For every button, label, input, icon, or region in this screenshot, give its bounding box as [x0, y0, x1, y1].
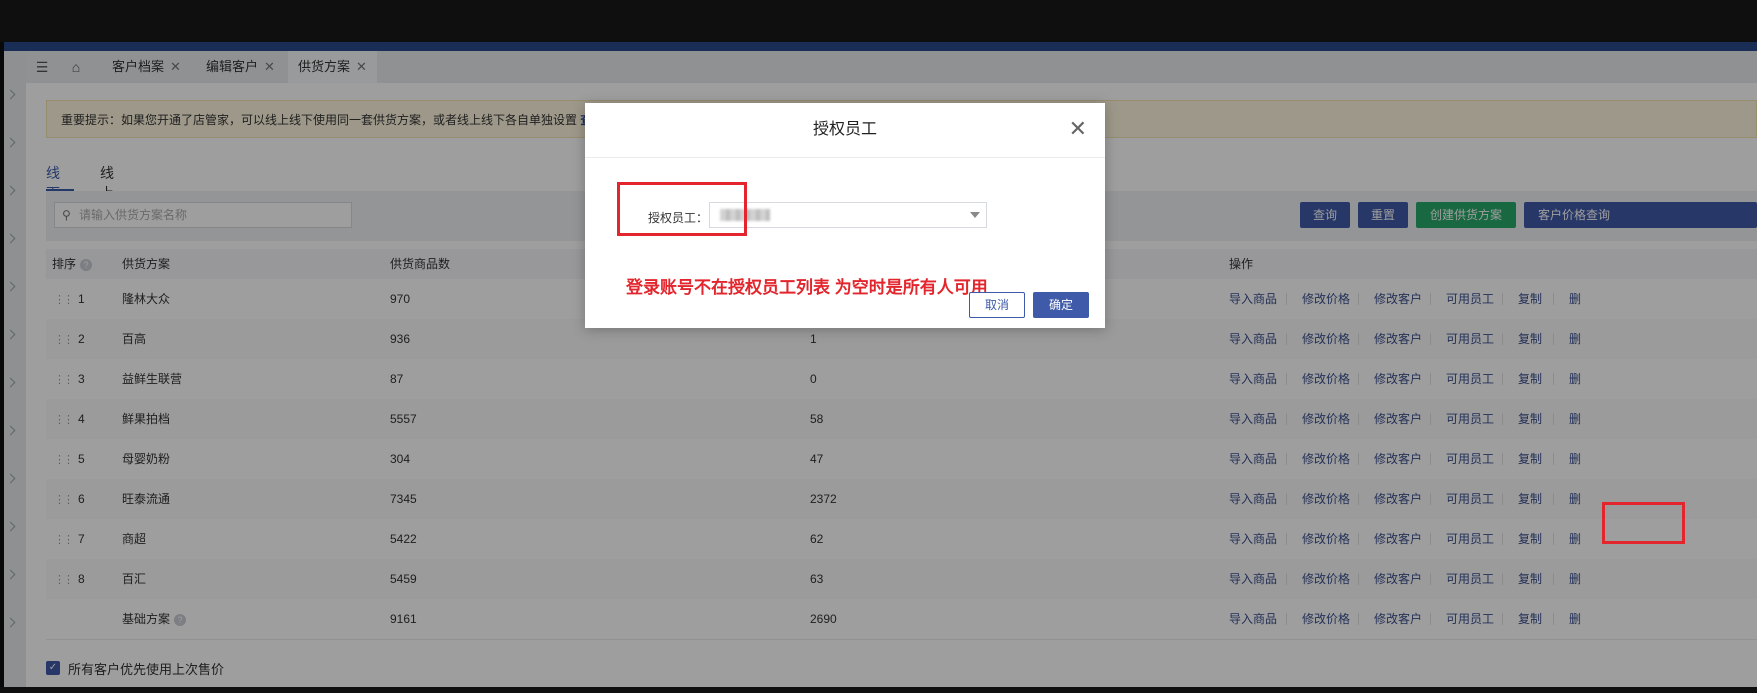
staff-select[interactable]: [709, 202, 987, 228]
dialog-title: 授权员工: [585, 103, 1105, 158]
annotation-box: [617, 182, 747, 236]
bottom-black-bar: [0, 687, 1757, 693]
close-icon[interactable]: ✕: [1069, 117, 1087, 141]
cancel-button[interactable]: 取消: [969, 292, 1025, 318]
annotation-highlight-available-staff: [1602, 502, 1685, 544]
confirm-button[interactable]: 确定: [1033, 292, 1089, 318]
chevron-down-icon: [970, 212, 980, 218]
annotation-text: 登录账号不在授权员工列表 为空时是所有人可用: [626, 278, 988, 297]
top-black-bar: [0, 0, 1757, 42]
authorize-staff-dialog: 授权员工 ✕ 授权员工： 登录账号不在授权员工列表 为空时是所有人可用 取消 确…: [585, 103, 1105, 328]
